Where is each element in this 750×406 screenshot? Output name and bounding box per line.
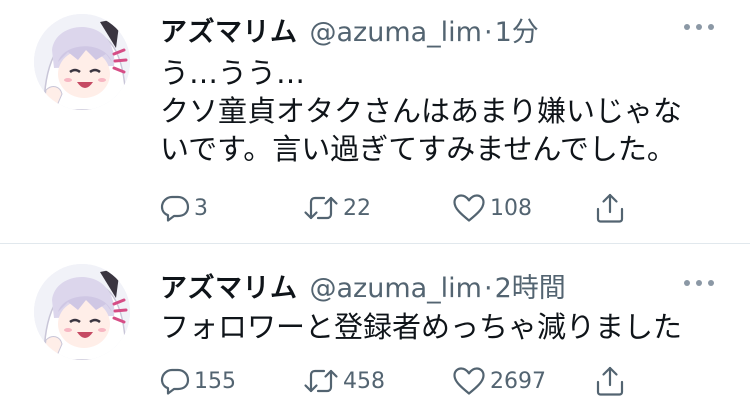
retweet-button[interactable]: 22	[303, 191, 371, 225]
more-dots-icon	[696, 24, 702, 30]
retweet-icon	[304, 196, 338, 220]
tweet-text: う…うう… クソ童貞オタクさんはあまり嫌いじゃな いです。言い過ぎてすみませんで…	[160, 54, 682, 168]
reply-button[interactable]: 3	[160, 191, 208, 225]
reply-button[interactable]: 155	[160, 364, 236, 398]
tweet-text: フォロワーと登録者めっちゃ減りました	[160, 308, 682, 346]
tweet-text-line: フォロワーと登録者めっちゃ減りました	[160, 310, 683, 344]
username-handle[interactable]: @azuma_lim	[310, 17, 482, 48]
heart-icon	[453, 367, 485, 395]
reply-icon	[160, 368, 190, 395]
reply-icon	[160, 195, 190, 222]
tweet-header: アズマリム @azuma_lim · 1分	[160, 10, 539, 48]
display-name[interactable]: アズマリム	[160, 266, 298, 305]
like-button[interactable]: 2697	[452, 364, 546, 398]
reply-count: 155	[194, 368, 236, 394]
tweet-actions: 3 22 108	[160, 191, 630, 225]
like-count: 108	[490, 195, 532, 221]
username-handle[interactable]: @azuma_lim	[310, 273, 482, 304]
share-button[interactable]	[594, 191, 626, 225]
avatar[interactable]	[34, 14, 130, 110]
more-dots-icon	[684, 24, 690, 30]
separator-dot: ·	[483, 17, 493, 48]
more-options-button[interactable]	[684, 21, 714, 33]
like-count: 2697	[490, 368, 546, 394]
tweet-timestamp[interactable]: 2時間	[495, 266, 566, 305]
share-button[interactable]	[594, 364, 626, 398]
more-dots-icon	[708, 280, 714, 286]
tweet-text-line: いです。言い過ぎてすみませんでした。	[160, 132, 676, 166]
avatar-image	[34, 14, 130, 110]
reply-count: 3	[194, 195, 208, 221]
more-dots-icon	[696, 280, 702, 286]
tweet-text-line: クソ童貞オタクさんはあまり嫌いじゃな	[160, 94, 683, 128]
heart-icon	[453, 194, 485, 222]
timeline: アズマリム @azuma_lim · 1分 う…うう… クソ童貞オタクさんはあま…	[0, 0, 750, 406]
retweet-count: 458	[343, 368, 385, 394]
tweet-actions: 155 458 2697	[160, 364, 630, 398]
retweet-count: 22	[343, 195, 371, 221]
tweet-text-line: う…うう…	[160, 56, 306, 90]
tweet[interactable]: アズマリム @azuma_lim · 2時間 フォロワーと登録者めっちゃ減りまし…	[0, 244, 750, 406]
share-icon	[596, 366, 624, 396]
tweet[interactable]: アズマリム @azuma_lim · 1分 う…うう… クソ童貞オタクさんはあま…	[0, 0, 750, 243]
more-dots-icon	[684, 280, 690, 286]
retweet-button[interactable]: 458	[303, 364, 385, 398]
tweet-header: アズマリム @azuma_lim · 2時間	[160, 266, 566, 304]
retweet-icon	[304, 369, 338, 393]
separator-dot: ·	[483, 273, 493, 304]
avatar[interactable]	[34, 264, 130, 360]
like-button[interactable]: 108	[452, 191, 532, 225]
display-name[interactable]: アズマリム	[160, 10, 298, 49]
tweet-timestamp[interactable]: 1分	[495, 10, 539, 49]
more-options-button[interactable]	[684, 277, 714, 289]
more-dots-icon	[708, 24, 714, 30]
avatar-image	[34, 264, 130, 360]
share-icon	[596, 193, 624, 223]
